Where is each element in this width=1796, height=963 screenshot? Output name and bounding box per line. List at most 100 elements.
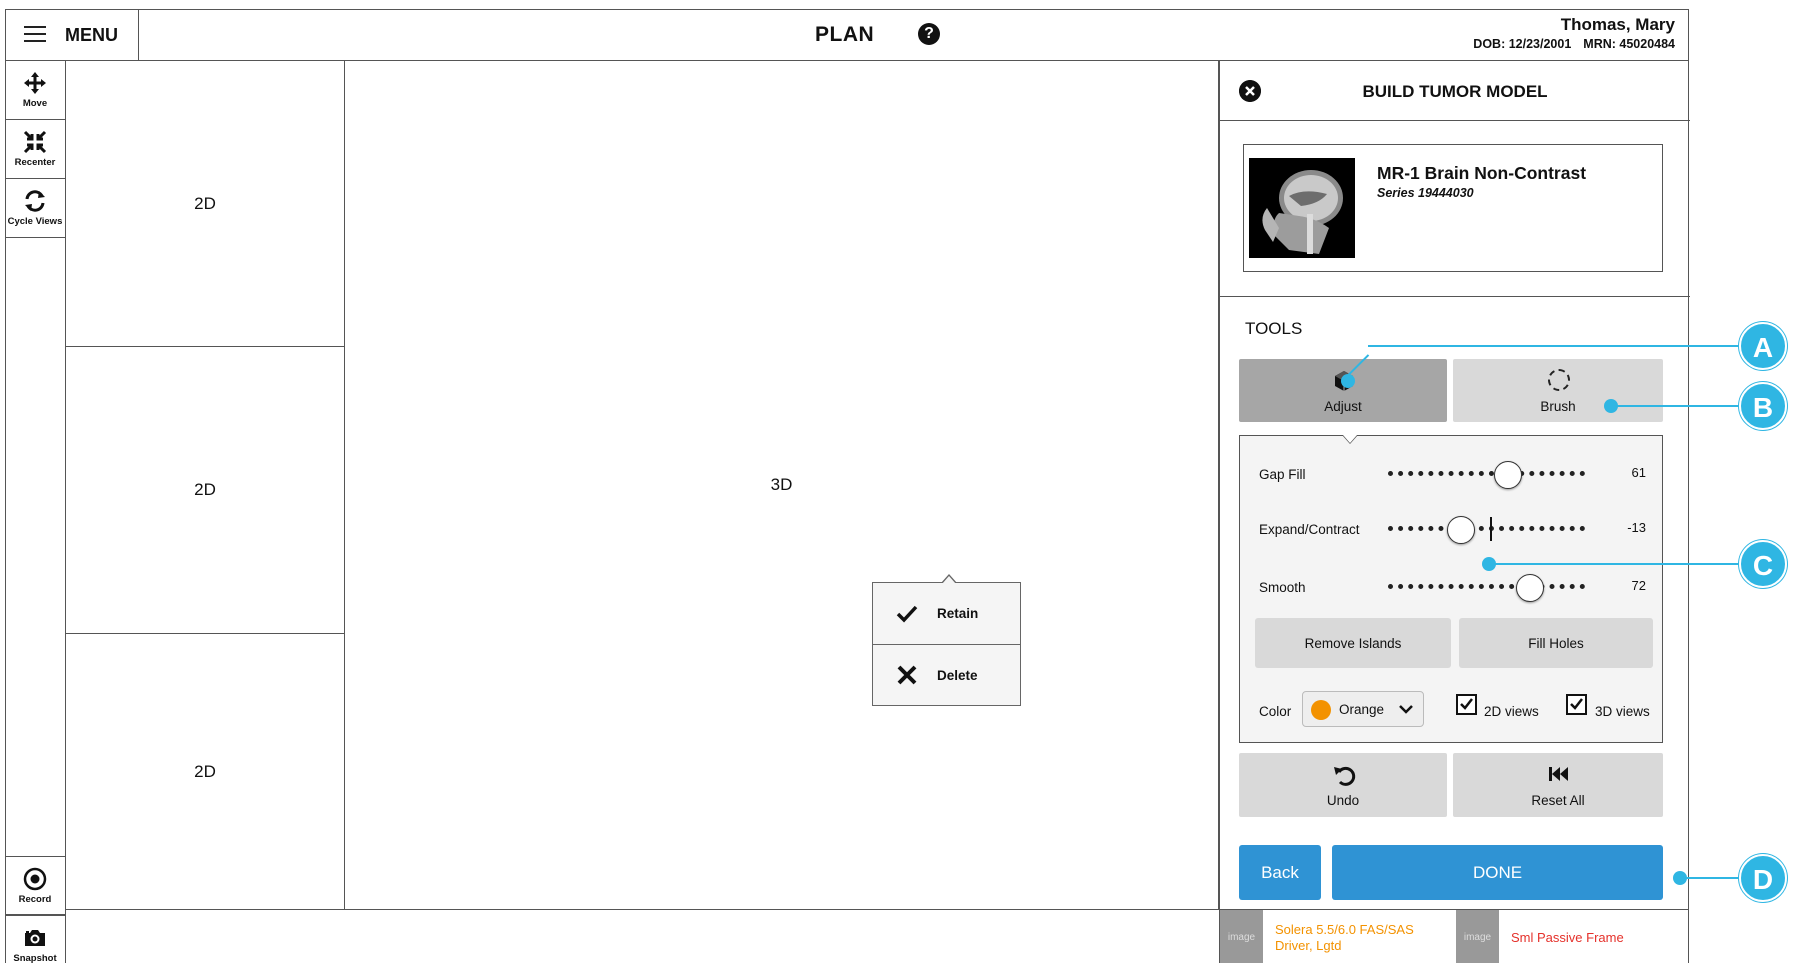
snapshot-tool-button[interactable]: Snapshot bbox=[5, 915, 65, 963]
callout-a-badge: A bbox=[1739, 322, 1787, 370]
color-value: Orange bbox=[1339, 702, 1385, 717]
adjust-tool-button[interactable]: Adjust bbox=[1239, 359, 1447, 422]
gap-fill-label: Gap Fill bbox=[1259, 467, 1306, 482]
expand-contract-value: -13 bbox=[1627, 520, 1646, 535]
patient-ids: DOB: 12/23/2001 MRN: 45020484 bbox=[1461, 37, 1675, 51]
bottom-strip bbox=[66, 909, 1219, 963]
3d-views-checkbox[interactable] bbox=[1566, 694, 1587, 715]
help-icon[interactable]: ? bbox=[918, 23, 940, 45]
recenter-tool-button[interactable]: Recenter bbox=[5, 120, 65, 179]
recenter-icon bbox=[23, 130, 47, 154]
checkmark-icon bbox=[1570, 698, 1583, 710]
retain-label: Retain bbox=[937, 606, 979, 621]
callout-b-line bbox=[1611, 405, 1739, 407]
device-image-placeholder: image bbox=[1220, 910, 1263, 963]
reset-all-label: Reset All bbox=[1531, 793, 1585, 808]
device-item-1: Solera 5.5/6.0 FAS/SAS Driver, Lgtd bbox=[1275, 922, 1414, 953]
back-button[interactable]: Back bbox=[1239, 845, 1321, 900]
move-label: Move bbox=[22, 98, 48, 109]
expand-contract-track[interactable] bbox=[1388, 526, 1585, 531]
callout-d-badge: D bbox=[1739, 854, 1787, 902]
record-tool-button[interactable]: Record bbox=[5, 856, 65, 915]
menu-button[interactable]: MENU bbox=[5, 9, 139, 61]
series-card[interactable]: MR-1 Brain Non-Contrast Series 19444030 bbox=[1243, 144, 1663, 272]
recenter-label: Recenter bbox=[14, 157, 56, 168]
panel-title: BUILD TUMOR MODEL bbox=[1362, 82, 1548, 101]
panel-header: BUILD TUMOR MODEL bbox=[1220, 61, 1690, 121]
color-label: Color bbox=[1259, 704, 1292, 719]
patient-dob: DOB: 12/23/2001 bbox=[1473, 37, 1572, 51]
record-icon bbox=[23, 867, 47, 891]
expand-contract-label: Expand/Contract bbox=[1259, 522, 1360, 537]
viewport-3d[interactable]: 3D bbox=[345, 61, 1219, 909]
header-bar: MENU PLAN ? Thomas, Mary DOB: 12/23/2001… bbox=[5, 9, 1689, 61]
3d-views-label: 3D views bbox=[1595, 704, 1650, 719]
series-name: MR-1 Brain Non-Contrast bbox=[1377, 163, 1587, 183]
2d-views-label: 2D views bbox=[1484, 704, 1539, 719]
callout-b-badge: B bbox=[1739, 382, 1787, 430]
gap-fill-slider-row: Gap Fill 61 bbox=[1240, 456, 1662, 492]
patient-name: Thomas, Mary bbox=[1560, 15, 1675, 34]
retain-menu-item[interactable]: Retain bbox=[873, 583, 1020, 644]
gap-fill-track[interactable] bbox=[1388, 471, 1585, 476]
cycle-views-tool-button[interactable]: Cycle Views bbox=[5, 179, 65, 238]
viewport-2d-bottom[interactable]: 2D bbox=[66, 634, 345, 909]
segment-popup-menu: Retain Delete bbox=[872, 574, 1021, 706]
hamburger-icon bbox=[24, 26, 46, 43]
gap-fill-value: 61 bbox=[1631, 465, 1646, 480]
smooth-slider-row: Smooth 72 bbox=[1240, 569, 1662, 605]
viewport-2d-middle[interactable]: 2D bbox=[66, 347, 345, 634]
callout-d-line bbox=[1680, 877, 1739, 879]
patient-mrn: MRN: 45020484 bbox=[1583, 37, 1675, 51]
device-item-2: Sml Passive Frame bbox=[1511, 930, 1624, 945]
checkmark-icon bbox=[1460, 698, 1473, 710]
reset-all-button[interactable]: Reset All bbox=[1453, 753, 1663, 817]
left-toolbar: Move Recenter Cycle Views Record Snapsho… bbox=[5, 61, 66, 963]
adjust-label: Adjust bbox=[1324, 399, 1362, 414]
undo-label: Undo bbox=[1326, 793, 1360, 808]
callout-c-badge: C bbox=[1739, 540, 1787, 588]
tools-heading: TOOLS bbox=[1245, 319, 1303, 338]
move-icon bbox=[24, 72, 46, 94]
menu-label: MENU bbox=[65, 25, 118, 45]
color-swatch bbox=[1311, 700, 1331, 720]
done-button[interactable]: DONE bbox=[1332, 845, 1663, 900]
x-icon bbox=[897, 665, 917, 685]
callout-a-dot bbox=[1341, 374, 1355, 388]
delete-menu-item[interactable]: Delete bbox=[873, 644, 1020, 705]
remove-islands-button[interactable]: Remove Islands bbox=[1255, 618, 1451, 668]
viewport-2d-top[interactable]: 2D bbox=[66, 61, 345, 347]
smooth-value: 72 bbox=[1631, 578, 1646, 593]
callout-a-line bbox=[1368, 345, 1739, 347]
smooth-track[interactable] bbox=[1388, 584, 1585, 589]
record-label: Record bbox=[18, 894, 52, 905]
brush-circle-icon bbox=[1548, 369, 1570, 391]
2d-views-checkbox[interactable] bbox=[1456, 694, 1477, 715]
fill-holes-button[interactable]: Fill Holes bbox=[1459, 618, 1653, 668]
cycle-views-label: Cycle Views bbox=[7, 216, 63, 227]
smooth-label: Smooth bbox=[1259, 580, 1306, 595]
color-dropdown[interactable]: Orange bbox=[1302, 691, 1424, 727]
delete-label: Delete bbox=[937, 667, 978, 683]
page-title: PLAN bbox=[815, 23, 875, 46]
snapshot-label: Snapshot bbox=[13, 953, 57, 963]
mri-thumbnail bbox=[1249, 158, 1355, 258]
zero-tick bbox=[1490, 517, 1492, 541]
expand-contract-slider-row: Expand/Contract -13 bbox=[1240, 511, 1662, 547]
skip-back-icon bbox=[1549, 767, 1568, 781]
smooth-thumb[interactable] bbox=[1515, 574, 1544, 602]
callout-c-line bbox=[1489, 563, 1739, 565]
series-number: Series 19444030 bbox=[1377, 186, 1474, 200]
checkmark-icon bbox=[896, 605, 918, 623]
gap-fill-thumb[interactable] bbox=[1494, 461, 1523, 489]
build-tumor-model-panel: BUILD TUMOR MODEL MR-1 Brain Non-Contras… bbox=[1219, 61, 1690, 909]
panel-divider bbox=[1220, 296, 1690, 297]
expand-contract-thumb[interactable] bbox=[1446, 516, 1475, 544]
cycle-icon bbox=[25, 190, 45, 212]
undo-button[interactable]: Undo bbox=[1239, 753, 1447, 817]
device-status-bar: image Solera 5.5/6.0 FAS/SAS Driver, Lgt… bbox=[1219, 909, 1689, 963]
move-tool-button[interactable]: Move bbox=[5, 61, 65, 120]
brush-tool-button[interactable]: Brush bbox=[1453, 359, 1663, 422]
device-image-placeholder: image bbox=[1456, 910, 1499, 963]
camera-icon bbox=[25, 930, 45, 946]
